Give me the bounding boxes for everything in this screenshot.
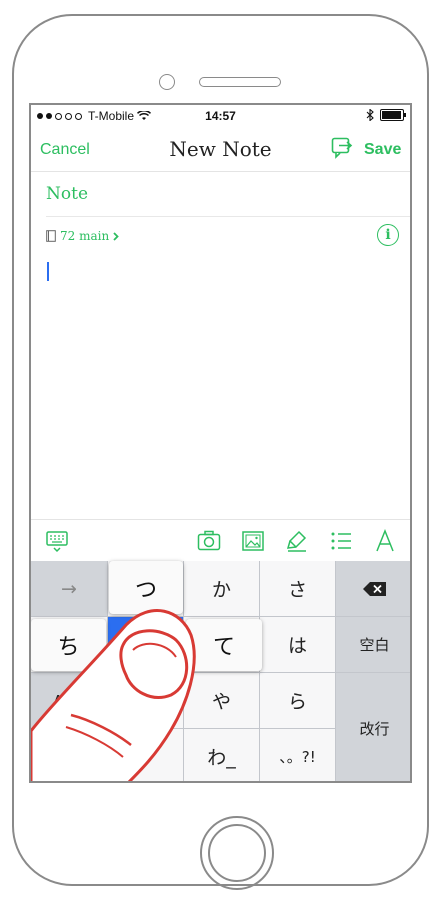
japanese-keyboard: → つ か さ は 空白 A や ら 改行 わ_ 、。?! つ ち て bbox=[31, 561, 410, 781]
notebook-name: 72 main bbox=[60, 229, 110, 243]
camera-icon[interactable] bbox=[197, 529, 221, 553]
key-input-mode[interactable]: A bbox=[31, 673, 108, 729]
handwriting-icon[interactable] bbox=[285, 529, 309, 553]
info-icon[interactable]: i bbox=[377, 224, 399, 246]
key-kana[interactable]: や bbox=[184, 673, 260, 729]
key-punctuation[interactable]: 、。?! bbox=[260, 729, 336, 781]
home-button[interactable] bbox=[200, 816, 274, 890]
key-kana[interactable]: わ_ bbox=[184, 729, 260, 781]
note-body-field[interactable] bbox=[31, 250, 410, 518]
key-arrow-right[interactable]: → bbox=[31, 561, 108, 617]
key-delete[interactable] bbox=[336, 561, 410, 617]
divider bbox=[46, 216, 410, 217]
key-globe[interactable] bbox=[31, 729, 108, 781]
notebook-selector[interactable]: 72 main bbox=[46, 229, 119, 243]
flick-popup-right: て bbox=[186, 619, 262, 671]
notebook-icon bbox=[46, 230, 56, 242]
key-enter[interactable]: 改行 bbox=[336, 673, 410, 781]
key-space[interactable]: 空白 bbox=[336, 617, 410, 673]
editor-toolbar bbox=[31, 519, 410, 562]
key-pressed-ta[interactable] bbox=[108, 617, 184, 673]
key-kana[interactable]: さ bbox=[260, 561, 336, 617]
bluetooth-icon bbox=[366, 109, 374, 121]
page-title: New Note bbox=[169, 137, 272, 161]
save-button[interactable]: Save bbox=[364, 141, 401, 159]
status-bar: T-Mobile 14:57 bbox=[31, 105, 410, 127]
clock: 14:57 bbox=[205, 109, 236, 123]
earpiece-speaker bbox=[199, 77, 281, 87]
chevron-right-icon bbox=[113, 231, 119, 241]
backspace-icon bbox=[362, 581, 386, 596]
note-title-field[interactable]: Note bbox=[46, 184, 88, 204]
front-camera bbox=[159, 74, 175, 90]
flick-popup-up: つ bbox=[109, 561, 183, 614]
battery-icon bbox=[380, 109, 406, 121]
image-icon[interactable] bbox=[241, 529, 265, 553]
list-icon[interactable] bbox=[329, 529, 353, 553]
key-kana[interactable]: ら bbox=[260, 673, 336, 729]
format-text-icon[interactable] bbox=[373, 529, 397, 553]
key-kana[interactable]: は bbox=[260, 617, 336, 673]
keyboard-icon[interactable] bbox=[45, 529, 69, 553]
share-icon[interactable] bbox=[331, 137, 353, 159]
screen: T-Mobile 14:57 Cancel New Note Save Note bbox=[29, 103, 412, 783]
flick-popup-left: ち bbox=[31, 619, 106, 671]
key-kana[interactable] bbox=[108, 729, 184, 781]
key-kana[interactable] bbox=[108, 673, 184, 729]
key-kana[interactable]: か bbox=[184, 561, 260, 617]
nav-bar: Cancel New Note Save bbox=[31, 127, 410, 172]
